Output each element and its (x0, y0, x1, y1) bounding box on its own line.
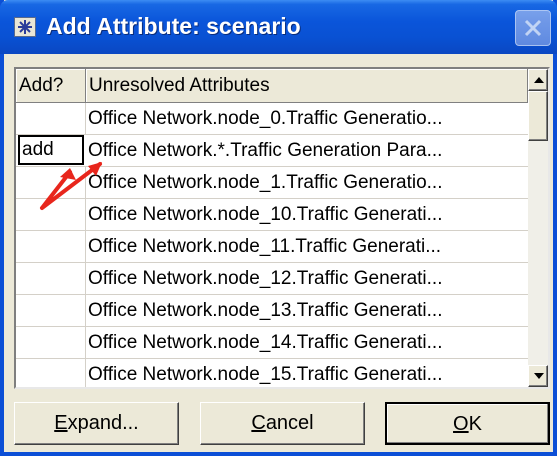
close-icon (524, 19, 542, 37)
cancel-button[interactable]: Cancel (200, 402, 365, 445)
add-cell[interactable]: add (18, 135, 84, 165)
add-cell[interactable] (16, 359, 86, 387)
arrow-up-icon (534, 77, 544, 83)
table-row[interactable]: Office Network.node_1.Traffic Generatio.… (16, 167, 528, 199)
add-attribute-dialog: Add Attribute: scenario Add? Unresolved … (0, 0, 557, 456)
expand-button[interactable]: Expand... (14, 402, 179, 445)
table-row[interactable]: Office Network.node_11.Traffic Generati.… (16, 231, 528, 263)
star-icon (14, 17, 36, 37)
close-button[interactable] (515, 10, 551, 46)
scroll-thumb[interactable] (528, 91, 548, 141)
add-cell[interactable] (16, 231, 86, 263)
attribute-cell: Office Network.node_1.Traffic Generatio.… (88, 172, 443, 193)
attribute-cell: Office Network.node_12.Traffic Generati.… (88, 268, 443, 289)
column-header-add[interactable]: Add? (16, 69, 86, 103)
table-row[interactable]: Office Network.node_0.Traffic Generatio.… (16, 103, 528, 135)
attribute-cell: Office Network.node_14.Traffic Generati.… (88, 332, 443, 353)
table-row[interactable]: Office Network.node_15.Traffic Generati.… (16, 359, 528, 387)
attribute-cell: Office Network.node_13.Traffic Generati.… (88, 300, 443, 321)
scroll-down-button[interactable] (528, 365, 548, 387)
attribute-cell: Office Network.node_0.Traffic Generatio.… (88, 108, 443, 129)
window-title: Add Attribute: scenario (46, 13, 301, 39)
ok-button[interactable]: OK (385, 402, 550, 445)
add-cell[interactable] (16, 295, 86, 327)
column-header-unresolved-attributes[interactable]: Unresolved Attributes (86, 69, 528, 103)
attribute-cell: Office Network.node_15.Traffic Generati.… (88, 364, 443, 385)
attribute-cell: Office Network.node_10.Traffic Generati.… (88, 204, 443, 225)
add-cell[interactable] (16, 167, 86, 199)
add-cell[interactable] (16, 263, 86, 295)
attribute-cell: Office Network.node_11.Traffic Generati.… (88, 236, 442, 257)
table-row[interactable]: Office Network.node_12.Traffic Generati.… (16, 263, 528, 295)
table-row[interactable]: add Office Network.*.Traffic Generation … (16, 135, 528, 167)
vertical-scrollbar[interactable] (528, 69, 548, 387)
scroll-up-button[interactable] (528, 69, 548, 91)
add-cell[interactable] (16, 327, 86, 359)
attributes-table: Add? Unresolved Attributes Office Networ… (14, 67, 550, 389)
arrow-down-icon (534, 373, 544, 379)
add-cell[interactable] (16, 199, 86, 231)
table-row[interactable]: Office Network.node_14.Traffic Generati.… (16, 327, 528, 359)
attribute-cell: Office Network.*.Traffic Generation Para… (88, 140, 443, 161)
table-row[interactable]: Office Network.node_10.Traffic Generati.… (16, 199, 528, 231)
add-cell[interactable] (16, 103, 86, 135)
table-row[interactable]: Office Network.node_13.Traffic Generati.… (16, 295, 528, 327)
title-bar[interactable]: Add Attribute: scenario (0, 0, 557, 54)
